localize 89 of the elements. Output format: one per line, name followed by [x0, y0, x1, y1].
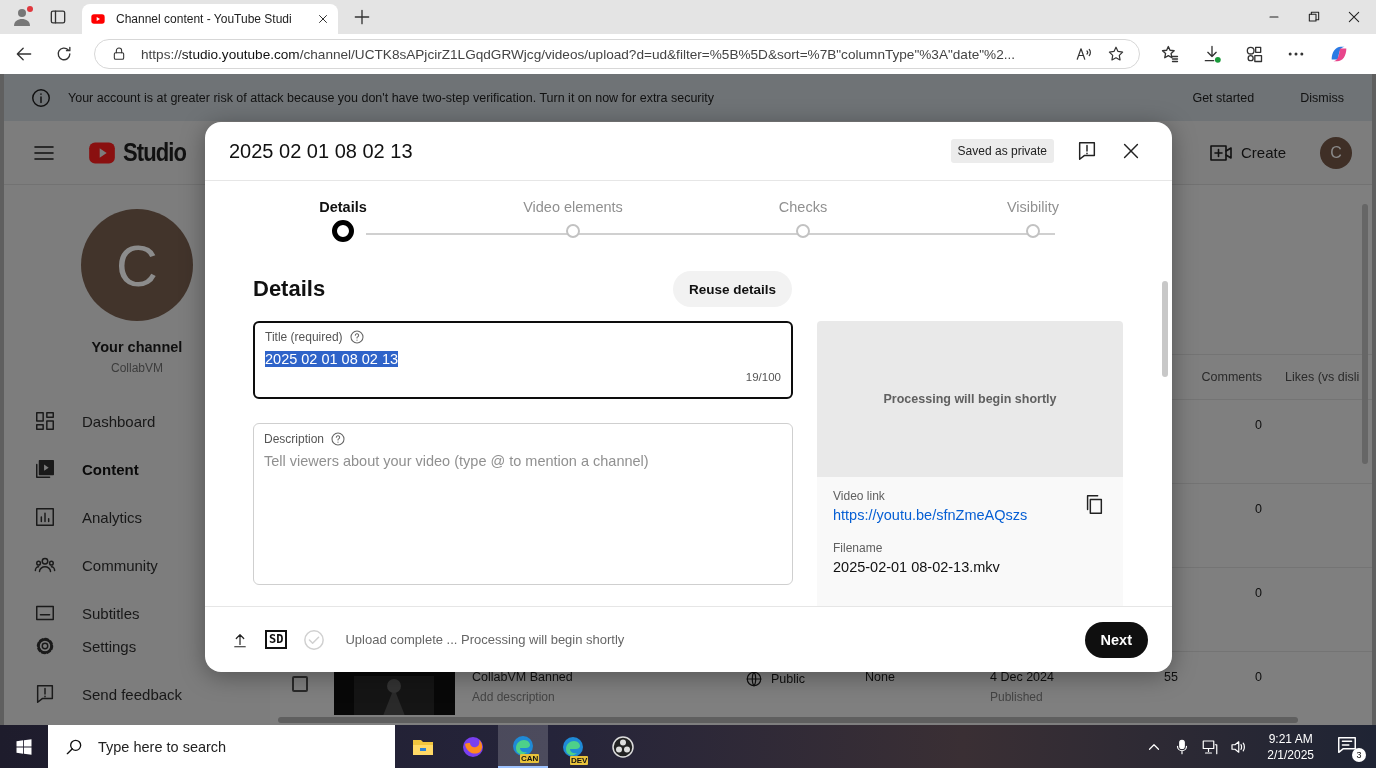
app-badge: DEV: [570, 756, 589, 765]
field-label: Description: [264, 432, 325, 446]
video-library-icon: [34, 458, 56, 480]
title-value: 2025 02 01 08 02 13: [265, 351, 399, 367]
new-tab-icon[interactable]: [352, 7, 372, 27]
check-circle-icon: [303, 628, 326, 651]
search-bar[interactable]: Type here to search: [48, 725, 395, 768]
step-tab[interactable]: Details: [319, 199, 367, 215]
channel-label: Your channel: [90, 339, 184, 355]
bar-chart-icon: [34, 506, 56, 528]
notifications-button[interactable]: 3: [1334, 731, 1366, 762]
next-button[interactable]: Next: [1084, 621, 1148, 658]
favorites-icon[interactable]: [1160, 44, 1180, 64]
saved-status: Saved as private: [950, 139, 1054, 163]
video-description: Add description: [472, 690, 556, 704]
row-checkbox[interactable]: [292, 676, 308, 692]
star-icon[interactable]: [1107, 45, 1125, 63]
close-icon[interactable]: [1346, 9, 1362, 25]
feedback-icon[interactable]: [1076, 140, 1098, 162]
info-icon: [30, 86, 52, 109]
network-icon[interactable]: [1201, 737, 1220, 756]
dialog-title: 2025 02 01 08 02 13: [229, 139, 414, 163]
read-aloud-icon[interactable]: [1075, 45, 1093, 63]
reuse-details-button[interactable]: Reuse details: [672, 271, 792, 307]
address-bar[interactable]: https://studio.youtube.com/channel/UCTK8sAPjcirZ1LGqdGRWjcg/videos/upload?d=ud&filter=%5B%5D&sort=%7B"columnType"%3A"date"%2...: [94, 39, 1140, 69]
restore-icon[interactable]: [1306, 9, 1322, 25]
character-counter: 19/100: [745, 371, 781, 383]
wave-icon: [561, 734, 585, 759]
sidebar-item[interactable]: Send feedback: [4, 670, 270, 718]
help-icon[interactable]: [330, 431, 347, 447]
banner-action[interactable]: Get started: [1184, 90, 1263, 105]
feedback-icon: [34, 683, 56, 705]
channel-avatar[interactable]: C: [81, 209, 193, 321]
create-button[interactable]: Create: [1194, 140, 1300, 165]
close-icon[interactable]: [316, 12, 330, 26]
field-label: Title (required): [265, 330, 343, 344]
help-icon[interactable]: [348, 329, 365, 345]
scrollbar[interactable]: [278, 717, 1298, 723]
browser-tab[interactable]: Channel content - YouTube Studi: [82, 4, 338, 34]
security-warning-text: Your account is at greater risk of attack because you don't have two-step verification. Turn it on now for extra security: [68, 90, 715, 105]
table-cell-text: 0: [1254, 586, 1262, 600]
scrollbar[interactable]: [1162, 281, 1168, 377]
clock[interactable]: 9:21 AM 2/1/2025: [1267, 730, 1314, 763]
video-link[interactable]: https://youtu.be/sfnZmeAQszs: [833, 506, 1028, 523]
globe-icon: [745, 670, 763, 688]
step-tab[interactable]: Visibility: [1006, 199, 1060, 215]
download-icon[interactable]: [1202, 44, 1222, 64]
taskbar-app[interactable]: CAN: [498, 725, 548, 768]
title-field[interactable]: Title (required) 2025 02 01 08 02 13 19/100: [253, 321, 793, 399]
play-logo-icon: [90, 11, 106, 27]
quality-badge: SD: [265, 630, 288, 649]
wave-icon: [511, 733, 535, 758]
visibility-text: Public: [771, 672, 806, 686]
table-cell-text: 0: [1254, 670, 1262, 684]
scrollbar[interactable]: [1362, 204, 1368, 464]
disc-icon: [611, 734, 635, 759]
lock-icon: [111, 46, 127, 62]
banner-action[interactable]: Dismiss: [1292, 90, 1352, 105]
description-field[interactable]: Description Tell viewers about your video (type @ to mention a channel): [253, 423, 793, 585]
section-heading: Details: [253, 276, 326, 302]
video-title[interactable]: CollabVM Banned: [472, 670, 728, 684]
table-cell-text: 0: [1254, 418, 1262, 432]
table-cell-text: 55: [1163, 670, 1178, 684]
date-status: Published: [990, 690, 1044, 704]
column-header[interactable]: Likes (vs disli: [1262, 370, 1362, 384]
field-label: Video link: [833, 488, 886, 503]
date-text: 4 Dec 2024: [990, 670, 1055, 684]
dashboard-icon: [34, 410, 56, 432]
studio-logo-text: Studio: [123, 138, 187, 167]
table-cell-text: 0: [1254, 502, 1262, 516]
taskbar-app[interactable]: DEV: [548, 725, 598, 768]
step-tab[interactable]: Checks: [778, 199, 828, 215]
step-tab[interactable]: Video elements: [523, 199, 623, 215]
avatar[interactable]: C: [1320, 136, 1352, 169]
upload-status-text: Upload complete ... Processing will begin shortly: [345, 632, 626, 647]
field-label: Filename: [833, 540, 884, 555]
step-marker[interactable]: [332, 220, 354, 242]
processing-message: Processing will begin shortly: [883, 391, 1057, 406]
channel-name: CollabVM: [111, 361, 163, 375]
app-badge: CAN: [520, 754, 540, 763]
globe-fox-icon: [461, 734, 485, 759]
column-header[interactable]: Comments: [1178, 370, 1262, 384]
table-cell-text: None: [864, 670, 896, 684]
settings-icon: [34, 635, 56, 657]
windows-logo-icon[interactable]: [14, 736, 34, 757]
filename-text: 2025-02-01 08-02-13.mkv: [833, 558, 1001, 575]
search-input[interactable]: Type here to search: [96, 737, 380, 756]
extensions-icon[interactable]: [1244, 44, 1264, 64]
url-text: https://studio.youtube.com/channel/UCTK8sAPjcirZ1LGqdGRWjcg/videos/upload?d=ud&filter=%5B%5D&sort=%7B"columnType"%3A"date"%2...: [141, 46, 1017, 62]
